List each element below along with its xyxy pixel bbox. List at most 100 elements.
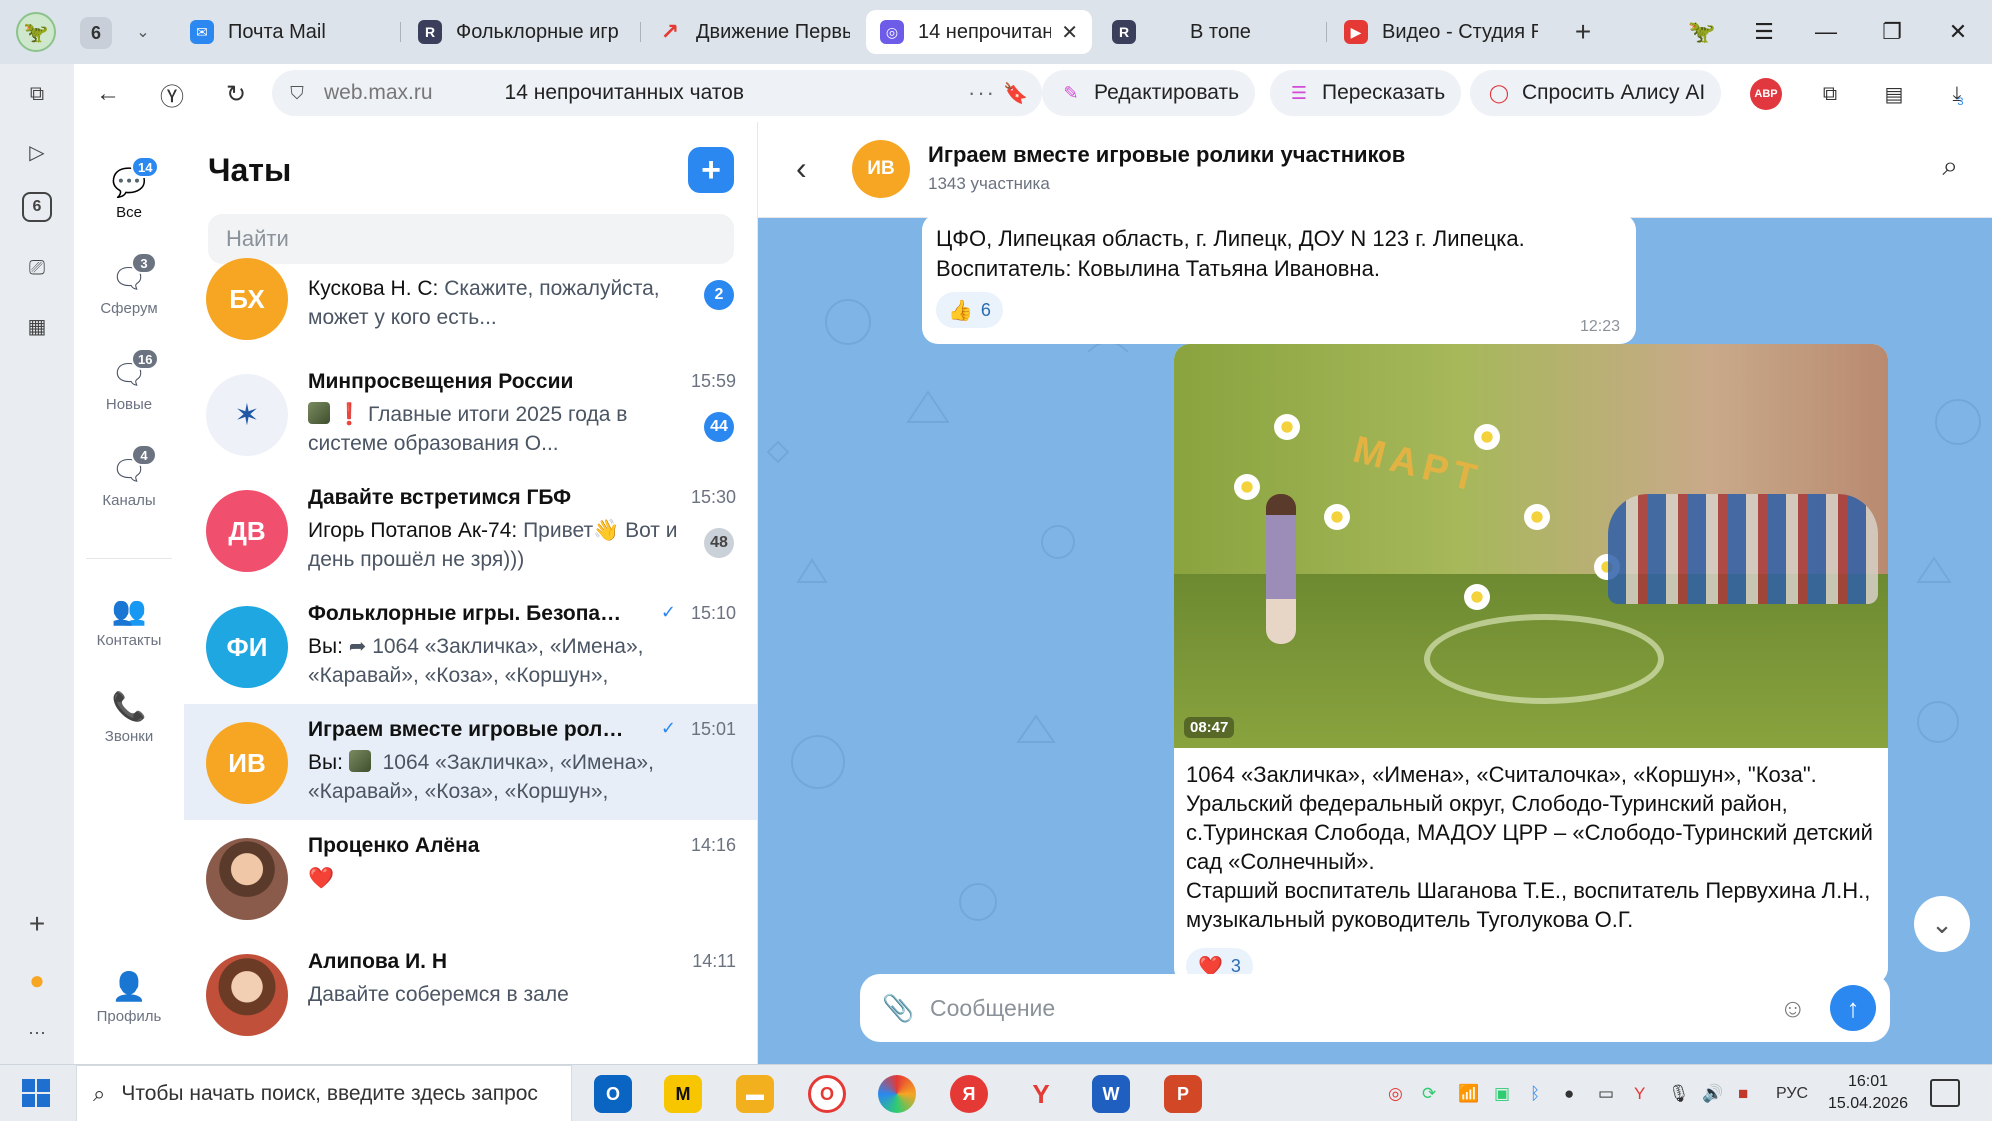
- screenshot-icon[interactable]: ⎚: [19, 250, 55, 286]
- tray-network-icon[interactable]: 📶: [1458, 1081, 1479, 1107]
- back-arrow-icon[interactable]: ←: [90, 76, 126, 112]
- powerpoint-icon[interactable]: P: [1164, 1075, 1202, 1113]
- notifications-icon[interactable]: [1930, 1079, 1960, 1107]
- chat-row[interactable]: ✶ Минпросвещения России 15:59 ❗ Главные …: [184, 356, 757, 472]
- tab-mail[interactable]: ✉ Почта Mail: [176, 10, 390, 54]
- tab-movement[interactable]: ↗ Движение Первых: [644, 10, 864, 54]
- chat-time: 15:59: [690, 371, 736, 391]
- tab-rutube-studio[interactable]: ▶ Видео - Студия RUTUBE: [1330, 10, 1552, 54]
- retell-button[interactable]: ☰ Пересказать: [1270, 70, 1462, 116]
- tab-max-chats[interactable]: ◎ 14 непрочитанных чатов ✕: [866, 10, 1092, 54]
- tray-antivirus-icon[interactable]: ■: [1738, 1081, 1748, 1107]
- message-bubble-video[interactable]: МАРТ 08:47 1064 «Закличка», «Имена», «Сч…: [1174, 344, 1888, 984]
- play-icon[interactable]: ▷: [19, 134, 55, 170]
- message-input[interactable]: [930, 994, 1750, 1022]
- mail-app-icon[interactable]: ●: [19, 962, 55, 998]
- profile-avatar-icon[interactable]: 🦖: [1684, 14, 1720, 50]
- send-button[interactable]: ↑: [1830, 985, 1876, 1031]
- app-m-icon[interactable]: M: [664, 1075, 702, 1113]
- message-bubble[interactable]: ЦФО, Липецкая область, г. Липецк, ДОУ N …: [922, 214, 1636, 344]
- menu-icon[interactable]: ☰: [1746, 14, 1782, 50]
- word-icon[interactable]: W: [1092, 1075, 1130, 1113]
- rail-item-profile[interactable]: 👤 Профиль: [74, 970, 184, 1026]
- attach-icon[interactable]: 📎: [882, 993, 914, 1024]
- more-icon[interactable]: ···: [968, 80, 996, 106]
- tray-yandex-icon[interactable]: Y: [1634, 1081, 1645, 1107]
- new-tab-button[interactable]: +: [1565, 14, 1601, 50]
- chat-time: 15:10: [690, 603, 736, 623]
- tray-opera-icon[interactable]: ◎: [1388, 1081, 1403, 1107]
- tray-sync-icon[interactable]: ⟳: [1422, 1081, 1436, 1107]
- tab-folk-games[interactable]: R Фольклорные игры. Безопасность: [404, 10, 634, 54]
- chat-row[interactable]: Алипова И. Н 14:11 Давайте соберемся в з…: [184, 936, 757, 1052]
- chat-row[interactable]: Проценко Алёна 14:16 ❤️: [184, 820, 757, 936]
- taskbar-clock[interactable]: 16:01 15.04.2026: [1822, 1071, 1914, 1115]
- address-bar[interactable]: ⛉ web.max.ru 14 непрочитанных чатов ··· …: [272, 70, 1042, 116]
- chat-search-input[interactable]: Найти: [208, 214, 734, 264]
- chat-avatar-photo: [206, 954, 288, 1036]
- add-panel-icon[interactable]: +: [19, 906, 55, 942]
- tray-mic-icon[interactable]: 🎙: [1668, 1081, 1690, 1107]
- rail-item-channels[interactable]: 🗨 4 Каналы: [74, 444, 184, 509]
- tab-count-button[interactable]: 6: [80, 17, 112, 49]
- downloads-icon[interactable]: ⤓ 3: [1940, 76, 1976, 112]
- back-arrow-icon[interactable]: ‹: [796, 150, 807, 187]
- group-avatar[interactable]: ИВ: [852, 140, 910, 198]
- chevron-down-icon[interactable]: ⌄: [128, 17, 158, 47]
- tab-label: Фольклорные игры. Безопасность: [456, 20, 620, 43]
- tray-language[interactable]: РУС: [1776, 1081, 1808, 1107]
- window-close-icon[interactable]: ✕: [1940, 14, 1976, 50]
- rail-item-sferum[interactable]: 🗨 3 Сферум: [74, 252, 184, 317]
- outlook-icon[interactable]: O: [594, 1075, 632, 1113]
- windows-start-icon[interactable]: [22, 1079, 50, 1107]
- rail-divider: [86, 558, 172, 559]
- browser-profile-icon[interactable]: 🦖: [16, 12, 56, 52]
- chat-row[interactable]: ДВ Давайте встретимся ГБФ 15:30 Игорь По…: [184, 472, 757, 588]
- browser-color-icon[interactable]: [878, 1075, 916, 1113]
- chat-row[interactable]: БХ Кускова Н. С: Скажите, пожалуйста, мо…: [184, 258, 757, 352]
- tray-battery-icon[interactable]: ▭: [1598, 1081, 1614, 1107]
- bookmark-icon[interactable]: 🔖: [1003, 81, 1028, 106]
- extensions-icon[interactable]: ⧉: [1812, 76, 1848, 112]
- tray-volume-icon[interactable]: 🔊: [1702, 1081, 1723, 1107]
- adblock-icon[interactable]: ABP: [1750, 78, 1782, 110]
- conversation-title[interactable]: Играем вместе игровые ролики участников: [928, 142, 1405, 168]
- chat-name: Играем вместе игровые ролики участников: [308, 718, 628, 741]
- scroll-down-button[interactable]: ⌄: [1914, 896, 1970, 952]
- collections-icon[interactable]: ▤: [1876, 76, 1912, 112]
- tray-nvidia-icon[interactable]: ▣: [1494, 1081, 1510, 1107]
- chat-time: 15:01: [690, 719, 736, 739]
- taskbar-search[interactable]: ⌕ Чтобы начать поиск, введите здесь запр…: [76, 1065, 572, 1121]
- rail-item-contacts[interactable]: 👥 Контакты: [74, 594, 184, 650]
- yandex-y-icon[interactable]: Y: [1022, 1075, 1060, 1113]
- rail-item-new[interactable]: 🗨 16 Новые: [74, 348, 184, 413]
- reaction-chip[interactable]: 👍 6: [936, 292, 1003, 328]
- new-chat-button[interactable]: +: [688, 147, 734, 193]
- tabs-panel-icon[interactable]: ⧉: [19, 76, 55, 112]
- search-icon[interactable]: ⌕: [1942, 150, 1958, 183]
- edit-label: Редактировать: [1094, 81, 1240, 104]
- restore-icon[interactable]: ❐: [1874, 14, 1910, 50]
- more-icon[interactable]: ···: [19, 1014, 55, 1050]
- tray-bluetooth-icon[interactable]: ᛒ: [1530, 1081, 1540, 1107]
- reload-icon[interactable]: ↻: [218, 76, 254, 112]
- minimize-icon[interactable]: —: [1808, 14, 1844, 50]
- yandex-browser-icon[interactable]: Я: [950, 1075, 988, 1113]
- calendar-six-icon[interactable]: 6: [22, 192, 52, 222]
- yandex-icon[interactable]: Ⓨ: [154, 76, 190, 112]
- video-thumbnail[interactable]: МАРТ 08:47: [1174, 344, 1888, 748]
- opera-icon[interactable]: O: [808, 1075, 846, 1113]
- chat-row[interactable]: ФИ Фольклорные игры. Безопасность ✓ 15:1…: [184, 588, 757, 704]
- rail-item-all[interactable]: 💬 14 Все: [74, 156, 184, 221]
- sticker-icon[interactable]: ☺: [1779, 993, 1806, 1024]
- close-icon[interactable]: ✕: [1061, 20, 1078, 45]
- ask-alice-button[interactable]: ◯ Спросить Алису AI: [1470, 70, 1722, 116]
- rail-item-calls[interactable]: 📞 Звонки: [74, 690, 184, 746]
- file-explorer-icon[interactable]: ▬: [736, 1075, 774, 1113]
- tray-app-icon[interactable]: ●: [1564, 1081, 1574, 1107]
- apps-grid-icon[interactable]: ▦: [19, 308, 55, 344]
- chat-row-selected[interactable]: ИВ Играем вместе игровые ролики участник…: [184, 704, 757, 820]
- tab-top[interactable]: R В топе: [1098, 10, 1318, 54]
- edit-button[interactable]: ✎ Редактировать: [1042, 70, 1256, 116]
- chat-time: 14:11: [692, 951, 736, 971]
